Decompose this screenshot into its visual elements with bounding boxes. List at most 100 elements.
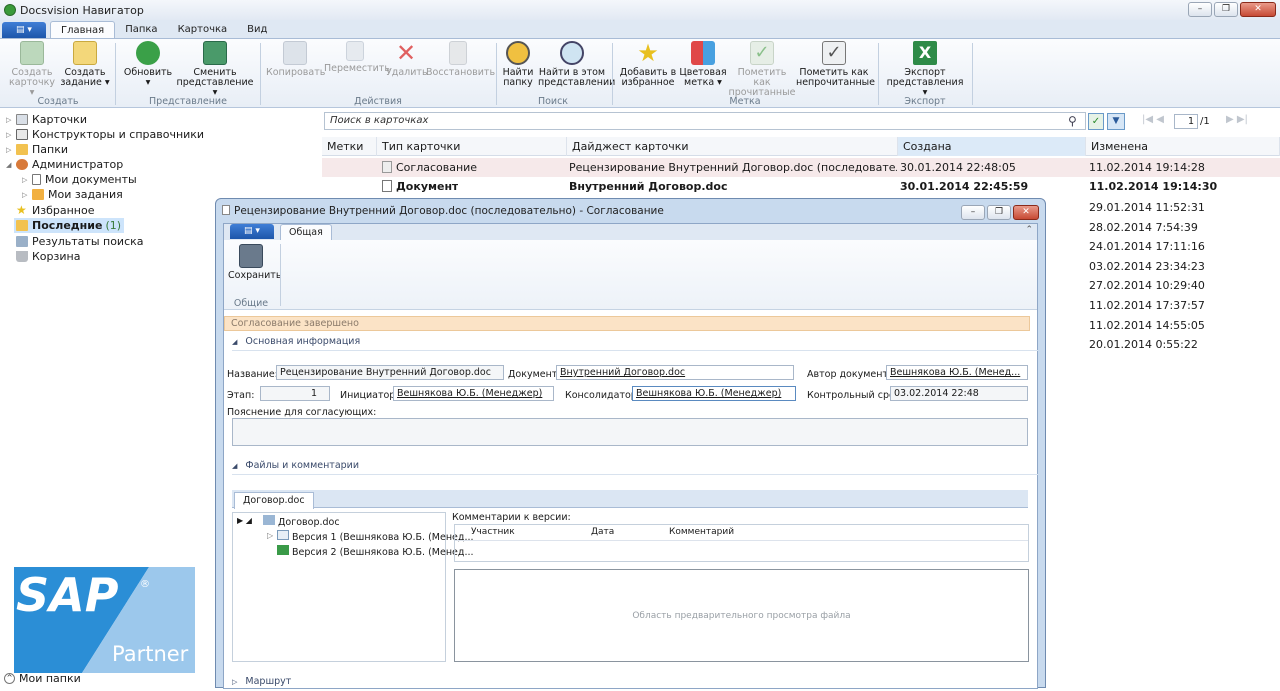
tree-item-my-tasks[interactable]: ▷ Мои задания [22, 187, 123, 202]
refresh-button[interactable]: Обновить ▾ [122, 41, 174, 88]
dialog-maximize-button[interactable]: ❐ [987, 205, 1011, 220]
table-row[interactable]: Документ Внутренний Договор.doc 30.01.20… [322, 177, 1280, 196]
column-header-labels[interactable]: Метки [322, 137, 377, 156]
section-main-info[interactable]: ◢ Основная информация [232, 336, 1038, 351]
check-box-icon: ✓ [822, 41, 846, 65]
dialog-body: ▤ ▾ Общая ⌃ Сохранить Общие Согласование… [223, 223, 1038, 689]
mark-unread-button[interactable]: ✓ Пометить как непрочитанные [796, 41, 875, 88]
create-card-button[interactable]: Создать карточку ▾ [6, 41, 58, 98]
view-icon [203, 41, 227, 65]
close-button[interactable]: ✕ [1240, 2, 1276, 17]
find-folder-button[interactable]: Найти папку [500, 41, 536, 88]
change-view-button[interactable]: Сменить представление ▾ [176, 41, 254, 98]
sap-partner-logo: SAP ® Partner [14, 567, 195, 673]
table-row[interactable]: 20.01.2014 0:55:22 [1089, 335, 1205, 355]
table-row[interactable]: 03.02.2014 23:34:23 [1089, 257, 1205, 277]
tree-item-favorites[interactable]: ★ Избранное [6, 203, 94, 218]
table-row[interactable]: 28.02.2014 7:54:39 [1089, 218, 1205, 238]
table-row[interactable]: 29.01.2014 11:52:31 [1089, 198, 1205, 218]
refresh-icon [136, 41, 160, 65]
task-icon [73, 41, 97, 65]
search-options-button[interactable]: ▼ [1107, 113, 1125, 130]
add-favorite-button[interactable]: ★ Добавить в избранное [618, 41, 678, 88]
mark-read-button[interactable]: ✓ Пометить как прочитанные [728, 41, 796, 98]
dialog-close-button[interactable]: ✕ [1013, 205, 1039, 220]
sap-partner-text: Partner [112, 642, 189, 666]
column-header-digest[interactable]: Дайджест карточки [567, 137, 898, 156]
section-files[interactable]: ◢ Файлы и комментарии [232, 460, 1038, 475]
comment-label: Пояснение для согласующих: [227, 407, 377, 418]
save-button[interactable]: Сохранить [228, 244, 281, 281]
table-row[interactable]: 11.02.2014 14:55:05 [1089, 316, 1205, 336]
name-field[interactable]: Рецензирование Внутренний Договор.doc [276, 365, 504, 380]
file-tab-contract[interactable]: Договор.doc [234, 492, 314, 509]
tab-view[interactable]: Вид [237, 21, 277, 38]
next-page-button[interactable]: ▶ ▶| [1226, 114, 1248, 125]
maximize-button[interactable]: ❐ [1214, 2, 1238, 17]
folder-icon [16, 144, 28, 155]
copy-button[interactable]: Копировать [266, 41, 325, 78]
dialog-tab-general[interactable]: Общая [280, 224, 332, 240]
search-input[interactable]: Поиск в карточках [324, 112, 1086, 130]
initiator-field[interactable]: Вешнякова Ю.Б. (Менеджер) [393, 386, 554, 401]
table-row[interactable]: 24.01.2014 17:11:16 [1089, 237, 1205, 257]
tree-item-search-results[interactable]: Результаты поиска [6, 234, 144, 249]
comment-column-participant[interactable]: Участник [471, 525, 515, 540]
table-row[interactable]: 11.02.2014 17:37:57 [1089, 296, 1205, 316]
color-label-button[interactable]: Цветовая метка ▾ [678, 41, 728, 88]
file-tree-root[interactable]: Договор.doc [263, 515, 340, 528]
sap-brand-text: SAP [16, 568, 119, 622]
find-folder-icon [506, 41, 530, 65]
group-label-create: Создать [37, 96, 79, 107]
section-route[interactable]: ▷ Маршрут [232, 676, 1038, 691]
tree-item-recent[interactable]: Последние (1) [14, 218, 125, 233]
status-banner: Согласование завершено [224, 316, 1030, 331]
column-header-created[interactable]: Создана [898, 137, 1086, 156]
dialog-file-menu-button[interactable]: ▤ ▾ [230, 224, 274, 239]
page-number-input[interactable]: 1 [1174, 114, 1198, 129]
my-folders-toggle[interactable]: ^ Мои папки [4, 671, 81, 686]
tab-card[interactable]: Карточка [168, 21, 238, 38]
restore-button[interactable]: Восстановить [426, 41, 495, 78]
comment-column-date[interactable]: Дата [591, 525, 614, 540]
group-label-actions: Действия [354, 96, 402, 107]
collapse-ribbon-icon[interactable]: ⌃ [1025, 225, 1033, 235]
comment-textarea[interactable] [232, 418, 1028, 446]
tree-item-constructors[interactable]: ▷ Конструкторы и справочники [6, 127, 204, 142]
stage-stepper[interactable]: 1 [260, 386, 330, 401]
search-filter-button[interactable]: ✓ [1088, 113, 1104, 130]
tree-item-my-documents[interactable]: ▷ Мои документы [22, 172, 137, 187]
create-task-button[interactable]: Создать задание ▾ [60, 41, 110, 88]
consolidator-field[interactable]: Вешнякова Ю.Б. (Менеджер) [632, 386, 796, 401]
find-in-view-button[interactable]: Найти в этом представлении [538, 41, 615, 88]
column-header-type[interactable]: Тип карточки [377, 137, 567, 156]
document-field[interactable]: Внутренний Договор.doc [556, 365, 794, 380]
minimize-button[interactable]: – [1188, 2, 1212, 17]
file-version-1[interactable]: Версия 1 (Вешнякова Ю.Б. (Менед... [277, 530, 474, 543]
tree-item-admin[interactable]: ◢ Администратор [6, 157, 123, 172]
approval-icon [382, 161, 392, 173]
comment-column-comment[interactable]: Комментарий [669, 525, 734, 540]
first-page-button[interactable]: |◀ ◀ [1142, 114, 1164, 125]
page-total: /1 [1200, 116, 1210, 127]
dialog-minimize-button[interactable]: – [961, 205, 985, 220]
delete-icon: ✕ [395, 39, 417, 67]
tab-folder[interactable]: Папка [115, 21, 167, 38]
tab-main[interactable]: Главная [50, 21, 116, 38]
tree-item-cards[interactable]: ▷ Карточки [6, 112, 87, 127]
file-menu-button[interactable]: ▤ ▾ [2, 22, 46, 38]
file-version-2[interactable]: Версия 2 (Вешнякова Ю.Б. (Менед... [277, 545, 474, 558]
column-header-modified[interactable]: Изменена [1086, 137, 1280, 156]
consolidator-label: Консолидатор: [565, 390, 641, 401]
export-view-button[interactable]: X Экспорт представления ▾ [884, 41, 966, 98]
card-dialog: Рецензирование Внутренний Договор.doc (п… [215, 198, 1046, 689]
tree-item-folders[interactable]: ▷ Папки [6, 142, 68, 157]
tree-item-trash[interactable]: Корзина [6, 249, 80, 264]
deadline-field[interactable]: 03.02.2014 22:48 [890, 386, 1028, 401]
delete-button[interactable]: ✕ Удалить [386, 39, 428, 78]
app-icon [4, 4, 16, 16]
table-row[interactable]: Согласование Рецензирование Внутренний Д… [322, 158, 1280, 177]
move-button[interactable]: Переместить [324, 41, 390, 74]
table-row[interactable]: 27.02.2014 10:29:40 [1089, 276, 1205, 296]
author-field[interactable]: Вешнякова Ю.Б. (Менед... [886, 365, 1028, 380]
